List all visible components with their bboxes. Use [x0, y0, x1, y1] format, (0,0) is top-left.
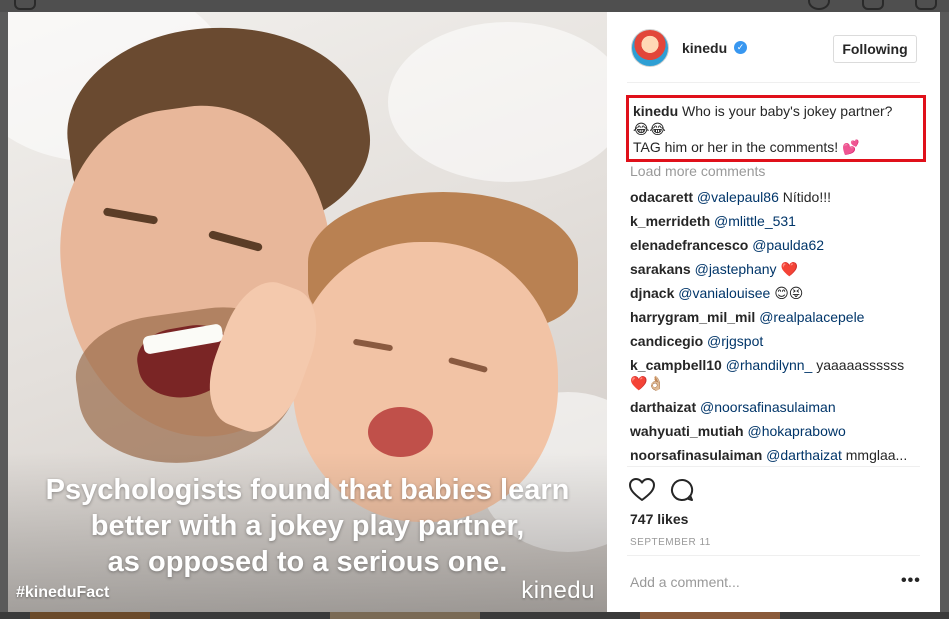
- comment-list: odacarett @valepaul86 Nítido!!! k_merrid…: [630, 188, 922, 470]
- comment-mention[interactable]: @realpalacepele: [759, 309, 864, 325]
- comment-username[interactable]: odacarett: [630, 189, 693, 205]
- post-date[interactable]: SEPTEMBER 11: [630, 537, 711, 548]
- heart-icon[interactable]: [629, 478, 655, 502]
- post-header: kinedu ✓ Following: [607, 12, 940, 82]
- comment-username[interactable]: harrygram_mil_mil: [630, 309, 755, 325]
- comment-text: mmglaa...: [845, 447, 908, 463]
- comment-username[interactable]: candicegio: [630, 333, 703, 349]
- baby-mouth: [368, 407, 433, 457]
- comment-username[interactable]: djnack: [630, 285, 674, 301]
- photo-caption-line: Psychologists found that babies learn: [45, 474, 570, 506]
- like-count[interactable]: 747 likes: [630, 511, 688, 527]
- comment-text: ❤️: [780, 261, 798, 277]
- comment-row: noorsafinasulaiman @darthaizat mmglaa...: [630, 446, 922, 464]
- comment-username[interactable]: noorsafinasulaiman: [630, 447, 762, 463]
- comment-mention[interactable]: @mlittle_531: [714, 213, 796, 229]
- comment-mention[interactable]: @vanialouisee: [678, 285, 770, 301]
- comment-mention[interactable]: @paulda62: [752, 237, 824, 253]
- background-thumbnail: [330, 612, 480, 619]
- post-caption: kinedu Who is your baby's jokey partner?…: [633, 102, 923, 156]
- photo-overlay-text: Psychologists found that babies learn be…: [8, 472, 607, 580]
- load-more-comments-link[interactable]: Load more comments: [630, 163, 765, 179]
- comment-mention[interactable]: @jastephany: [695, 261, 777, 277]
- comment-row: k_campbell10 @rhandilynn_ yaaaaassssss ❤…: [630, 356, 922, 392]
- comment-row: odacarett @valepaul86 Nítido!!!: [630, 188, 922, 206]
- divider: [627, 82, 920, 83]
- post-photo[interactable]: Psychologists found that babies learn be…: [8, 12, 607, 612]
- divider: [627, 555, 920, 556]
- photo-brand-logo: kinedu: [521, 577, 595, 604]
- bedsheet-fold: [388, 22, 607, 182]
- photo-caption-line: as opposed to a serious one.: [107, 546, 508, 578]
- comment-username[interactable]: elenadefrancesco: [630, 237, 748, 253]
- comment-row: k_merrideth @mlittle_531: [630, 212, 922, 230]
- more-options-icon[interactable]: •••: [901, 572, 921, 590]
- background-thumbnail: [640, 612, 780, 619]
- comment-row: wahyuati_mutiah @hokaprabowo: [630, 422, 922, 440]
- comment-row: darthaizat @noorsafinasulaiman: [630, 398, 922, 416]
- comment-username[interactable]: k_campbell10: [630, 357, 722, 373]
- caption-username[interactable]: kinedu: [633, 103, 678, 119]
- comment-mention[interactable]: @rhandilynn_: [726, 357, 813, 373]
- explore-icon: [808, 0, 830, 10]
- add-comment-input[interactable]: [630, 574, 880, 590]
- caption-emoji: 😂😂: [633, 121, 666, 137]
- comment-text: 😊😝: [774, 285, 804, 301]
- comment-text: Nítido!!!: [782, 189, 831, 205]
- caption-text: TAG him or her in the comments! 💕: [633, 139, 860, 155]
- profile-icon: [915, 0, 937, 10]
- comment-row: sarakans @jastephany ❤️: [630, 260, 922, 278]
- comment-mention[interactable]: @rjgspot: [707, 333, 763, 349]
- following-button[interactable]: Following: [833, 35, 917, 63]
- comment-username[interactable]: k_merrideth: [630, 213, 710, 229]
- comment-row: candicegio @rjgspot: [630, 332, 922, 350]
- photo-hashtag: #kineduFact: [16, 584, 110, 601]
- divider: [627, 466, 920, 467]
- comment-mention[interactable]: @darthaizat: [766, 447, 842, 463]
- background-top-bar: [0, 0, 949, 12]
- activity-heart-icon: [862, 0, 884, 10]
- verified-badge-icon: ✓: [734, 41, 747, 54]
- avatar[interactable]: [631, 29, 669, 67]
- post-author-username[interactable]: kinedu: [682, 40, 727, 56]
- background-thumbnail: [30, 612, 150, 619]
- comment-mention[interactable]: @noorsafinasulaiman: [700, 399, 836, 415]
- post-side-panel: kinedu ✓ Following kinedu Who is your ba…: [607, 12, 940, 612]
- comment-mention[interactable]: @hokaprabowo: [747, 423, 845, 439]
- comment-bubble-icon[interactable]: [670, 478, 694, 502]
- photo-caption-line: better with a jokey play partner,: [90, 510, 525, 542]
- caption-text: Who is your baby's jokey partner?: [682, 103, 893, 119]
- comment-row: harrygram_mil_mil @realpalacepele: [630, 308, 922, 326]
- comment-username[interactable]: wahyuati_mutiah: [630, 423, 744, 439]
- comment-row: elenadefrancesco @paulda62: [630, 236, 922, 254]
- comment-row: djnack @vanialouisee 😊😝: [630, 284, 922, 302]
- post-modal: Psychologists found that babies learn be…: [8, 12, 940, 612]
- instagram-logo-icon: [14, 0, 36, 10]
- comment-username[interactable]: darthaizat: [630, 399, 696, 415]
- caption-highlight-box: kinedu Who is your baby's jokey partner?…: [626, 95, 926, 162]
- comment-username[interactable]: sarakans: [630, 261, 691, 277]
- comment-mention[interactable]: @valepaul86: [697, 189, 779, 205]
